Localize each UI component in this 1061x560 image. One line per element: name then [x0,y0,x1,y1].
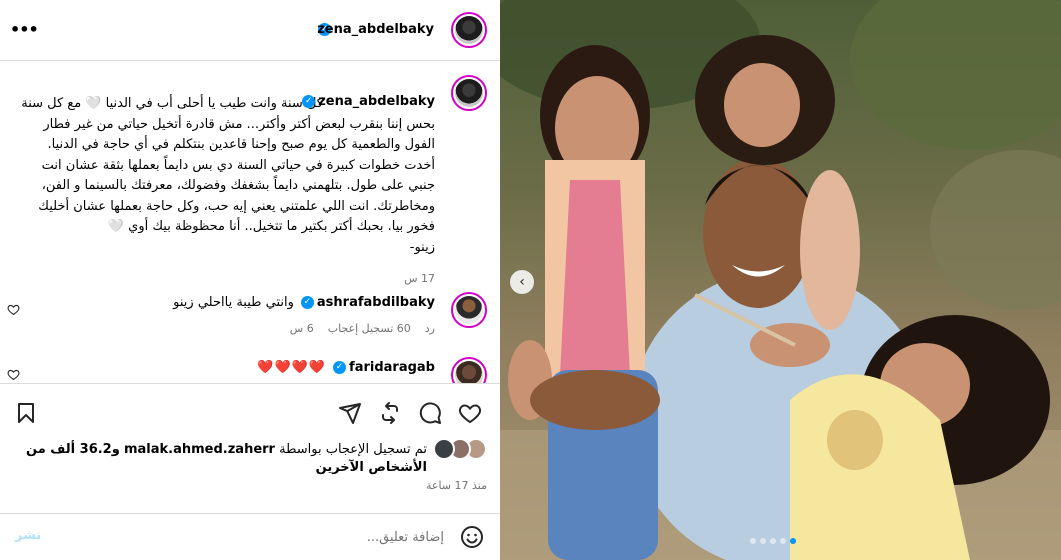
carousel-dot [750,538,756,544]
comment-like-heart-icon[interactable] [7,368,20,381]
verified-badge-icon: ✓ [300,296,314,309]
comment-text: ❤️❤️❤️❤️ [257,360,327,375]
post-action-bar [0,383,500,441]
comment-meta: 6 س 60 تسجيل إعجاب رد [290,322,435,335]
comment-item: faridaragab ✓ ❤️❤️❤️❤️ [7,357,487,383]
carousel-dot [790,538,796,544]
caption-avatar[interactable] [451,75,487,111]
carousel-previous-button[interactable]: ‹ [510,270,534,294]
post-author-username[interactable]: zena_abdelbaky [317,22,434,37]
save-bookmark-icon[interactable] [14,401,38,425]
comment-item: ashrafabdilbaky ✓ وانتي طيبة يااحلي زينو… [7,292,487,336]
liker-avatars [431,438,487,460]
likes-text: تم تسجيل الإعجاب بواسطة malak.ahmed.zahe… [17,441,427,477]
carousel-dot [760,538,766,544]
post-timestamp[interactable]: منذ 17 ساعة [426,479,487,492]
caption-signature: زينو- [409,239,435,255]
add-comment-bar: نشر [0,513,500,560]
post-details-panel: ••• ✓ zena_abdelbaky كل سنة وانت طيب يا … [0,0,500,560]
caption-body: كل سنة وانت طيب يا أحلى أب في الدنيا 🤍 م… [15,94,435,258]
comment-input[interactable] [70,526,444,548]
family-photo-image [500,0,1061,560]
comment-username[interactable]: faridaragab [349,360,435,375]
caption-user-line: zena_abdelbaky ✓ [302,94,435,109]
caption-text: كل سنة وانت طيب يا أحلى أب في الدنيا 🤍 م… [21,96,435,234]
post-header: ••• ✓ zena_abdelbaky [0,0,500,61]
carousel-indicator [750,538,796,544]
carousel-dot [770,538,776,544]
comment-like-heart-icon[interactable] [7,303,20,316]
post-photo[interactable]: ‹ [500,0,1061,560]
comments-section[interactable]: كل سنة وانت طيب يا أحلى أب في الدنيا 🤍 م… [0,61,500,383]
reply-button[interactable]: رد [425,322,435,335]
more-dots-icon: ••• [10,20,39,39]
repost-icon[interactable] [378,401,402,425]
commenter-avatar[interactable] [451,292,487,328]
verified-badge-icon: ✓ [302,95,316,108]
emoji-icon[interactable] [460,525,484,549]
post-comment-button[interactable]: نشر [15,528,41,543]
caption-username[interactable]: zena_abdelbaky [318,94,435,109]
like-heart-icon[interactable] [458,401,482,425]
author-avatar[interactable] [451,12,487,48]
chevron-left-icon: ‹ [519,274,525,290]
comment-line: faridaragab ✓ ❤️❤️❤️❤️ [257,360,435,375]
comment-like-count[interactable]: 60 تسجيل إعجاب [328,322,411,335]
comment-line: ashrafabdilbaky ✓ وانتي طيبة يااحلي زينو [173,295,435,310]
likes-prefix: تم تسجيل الإعجاب بواسطة [279,442,427,457]
liker-avatar[interactable] [433,438,455,460]
comment-bubble-icon[interactable] [418,401,442,425]
caption-timestamp[interactable]: 17 س [404,272,435,285]
verified-badge-icon: ✓ [333,361,347,374]
carousel-dot [780,538,786,544]
liker-username[interactable]: malak.ahmed.zaherr [124,442,275,457]
comment-time[interactable]: 6 س [290,322,314,335]
comment-text: وانتي طيبة يااحلي زينو [173,295,294,310]
comment-username[interactable]: ashrafabdilbaky [317,295,435,310]
commenter-avatar[interactable] [451,357,487,383]
share-send-icon[interactable] [338,401,362,425]
more-options-button[interactable]: ••• [10,22,39,38]
